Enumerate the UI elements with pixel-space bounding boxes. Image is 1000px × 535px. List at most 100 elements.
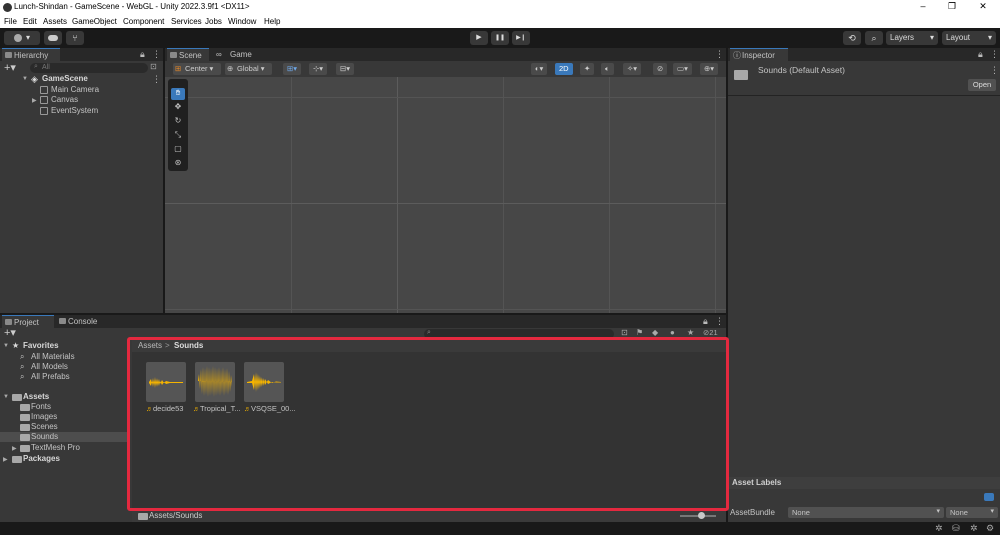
- scene-root[interactable]: GameScene: [42, 74, 88, 83]
- space-dropdown[interactable]: ⊕ Global ▾: [225, 63, 273, 75]
- add-button[interactable]: +▾: [4, 61, 16, 74]
- bug-icon[interactable]: ✲: [935, 523, 943, 534]
- pause-button[interactable]: ❚❚: [491, 31, 509, 45]
- lock-icon[interactable]: 🔒︎: [978, 49, 983, 60]
- hierarchy-search-input[interactable]: ⌕ All: [30, 63, 148, 73]
- tab-scene[interactable]: Scene: [167, 48, 209, 61]
- camera-dropdown[interactable]: ▭▾: [673, 63, 692, 75]
- version-control-button[interactable]: ⑂: [66, 31, 84, 45]
- favorites-header[interactable]: Favorites: [23, 341, 59, 350]
- scale-tool-icon[interactable]: ⤡: [171, 130, 185, 142]
- rotate-tool-icon[interactable]: ↻: [171, 116, 185, 128]
- settings-icon[interactable]: ⚙: [986, 523, 994, 534]
- favorite-star-icon[interactable]: ★: [687, 328, 694, 337]
- open-button[interactable]: Open: [968, 79, 996, 91]
- cloud-button[interactable]: [44, 31, 62, 45]
- progress-icon[interactable]: ✲: [970, 523, 978, 534]
- scene-tabstrip: Scene ∞ Game ⋮: [165, 48, 726, 61]
- menu-component[interactable]: Component: [123, 17, 164, 26]
- history-icon[interactable]: ⟲: [843, 31, 861, 45]
- cache-server-icon[interactable]: ⛁: [952, 523, 960, 534]
- menu-window[interactable]: Window: [228, 17, 256, 26]
- step-button[interactable]: ▶❙: [512, 31, 530, 45]
- hidden-packages-toggle[interactable]: ⊘21: [703, 328, 718, 337]
- search-by-type-icon[interactable]: ⊡: [621, 328, 628, 337]
- kebab-menu-icon[interactable]: ⋮: [990, 49, 999, 60]
- folder-sounds[interactable]: Sounds: [31, 432, 58, 441]
- menu-services[interactable]: Services: [171, 17, 202, 26]
- hand-tool-icon[interactable]: ✋︎: [171, 88, 185, 100]
- kebab-menu-icon[interactable]: ⋮: [152, 49, 161, 60]
- lock-icon[interactable]: 🔒︎: [140, 49, 145, 60]
- hierarchy-item-eventsystem[interactable]: EventSystem: [40, 106, 98, 115]
- packages-folder[interactable]: Packages: [23, 454, 60, 463]
- scene-kebab-icon[interactable]: ⋮: [152, 74, 161, 85]
- search-options-icon[interactable]: ⊡: [150, 62, 157, 71]
- asset-kebab-icon[interactable]: ⋮: [990, 65, 999, 76]
- close-button[interactable]: ✕: [976, 1, 990, 14]
- label-tag-icon[interactable]: [984, 493, 994, 501]
- assets-folder[interactable]: Assets: [23, 392, 49, 401]
- visibility-toggle[interactable]: ⊘: [653, 63, 668, 75]
- search-by-label-icon[interactable]: ⚑: [636, 328, 643, 337]
- folder-images[interactable]: Images: [31, 412, 57, 421]
- ruler-button[interactable]: ⊟▾: [336, 63, 355, 75]
- pivot-dropdown[interactable]: ⊞ Center ▾: [173, 63, 222, 75]
- layers-dropdown[interactable]: Layers ▾: [886, 31, 938, 45]
- scene-viewport[interactable]: ✋︎ ✥ ↻ ⤡ ▢ ⊛: [165, 77, 726, 313]
- layout-dropdown[interactable]: Layout ▾: [942, 31, 996, 45]
- move-tool-icon[interactable]: ✥: [171, 102, 185, 114]
- menu-help[interactable]: Help: [264, 17, 280, 26]
- expand-arrow-icon[interactable]: ▼: [3, 394, 9, 400]
- account-dropdown[interactable]: ▾: [4, 31, 40, 45]
- menu-edit[interactable]: Edit: [23, 17, 37, 26]
- menu-gameobject[interactable]: GameObject: [72, 17, 117, 26]
- search-icon[interactable]: ⌕: [865, 31, 883, 45]
- expand-arrow-icon[interactable]: ▼: [22, 76, 28, 82]
- folder-scenes[interactable]: Scenes: [31, 422, 58, 431]
- tag-icon[interactable]: ◆: [652, 328, 658, 337]
- rect-tool-icon[interactable]: ▢: [171, 144, 185, 156]
- lock-icon[interactable]: 🔒︎: [703, 316, 708, 327]
- hierarchy-item-canvas[interactable]: Canvas: [40, 95, 78, 104]
- menu-jobs[interactable]: Jobs: [205, 17, 222, 26]
- favorite-all-prefabs[interactable]: All Prefabs: [31, 372, 70, 381]
- grid-line: [715, 77, 716, 313]
- collapse-arrow-icon[interactable]: ▶: [32, 97, 37, 104]
- cloud-icon: [48, 34, 58, 41]
- hierarchy-item-main-camera[interactable]: Main Camera: [40, 85, 99, 94]
- menu-file[interactable]: File: [4, 17, 17, 26]
- favorite-all-materials[interactable]: All Materials: [31, 352, 75, 361]
- kebab-menu-icon[interactable]: ⋮: [715, 49, 724, 60]
- tab-inspector[interactable]: ⓘ Inspector: [730, 48, 788, 61]
- shading-mode-dropdown[interactable]: ◐▾: [531, 63, 548, 75]
- folder-textmesh-pro[interactable]: TextMesh Pro: [31, 443, 80, 452]
- play-button[interactable]: ▶: [470, 31, 488, 45]
- tab-hierarchy[interactable]: Hierarchy: [2, 48, 60, 61]
- collapse-arrow-icon[interactable]: ▶: [3, 456, 8, 463]
- kebab-menu-icon[interactable]: ⋮: [715, 316, 724, 327]
- tab-game[interactable]: ∞ Game: [211, 48, 253, 61]
- minimize-button[interactable]: –: [916, 1, 930, 14]
- account-icon: [13, 33, 22, 42]
- transform-tool-icon[interactable]: ⊛: [171, 158, 185, 170]
- asset-bundle-dropdown[interactable]: None ▾: [788, 507, 944, 518]
- lighting-toggle[interactable]: ✦: [580, 63, 595, 75]
- grid-snap-button[interactable]: ⊞▾: [283, 63, 302, 75]
- zoom-slider-handle[interactable]: [698, 512, 705, 519]
- collapse-arrow-icon[interactable]: ▶: [12, 445, 17, 452]
- create-button[interactable]: +▾: [4, 326, 16, 339]
- expand-arrow-icon[interactable]: ▼: [3, 343, 9, 349]
- favorite-all-models[interactable]: All Models: [31, 362, 68, 371]
- increment-snap-button[interactable]: ⊹▾: [309, 63, 328, 75]
- gizmos-dropdown[interactable]: ⊕▾: [700, 63, 719, 75]
- tab-console[interactable]: Console: [56, 315, 106, 328]
- effects-dropdown[interactable]: ✧▾: [623, 63, 642, 75]
- maximize-button[interactable]: ❐: [945, 1, 959, 14]
- audio-toggle[interactable]: 🔈︎: [601, 63, 614, 75]
- asset-variant-dropdown[interactable]: None ▾: [946, 507, 998, 518]
- toggle-2d-button[interactable]: 2D: [555, 63, 573, 75]
- warning-icon[interactable]: ●: [670, 328, 675, 337]
- folder-fonts[interactable]: Fonts: [31, 402, 51, 411]
- menu-assets[interactable]: Assets: [43, 17, 67, 26]
